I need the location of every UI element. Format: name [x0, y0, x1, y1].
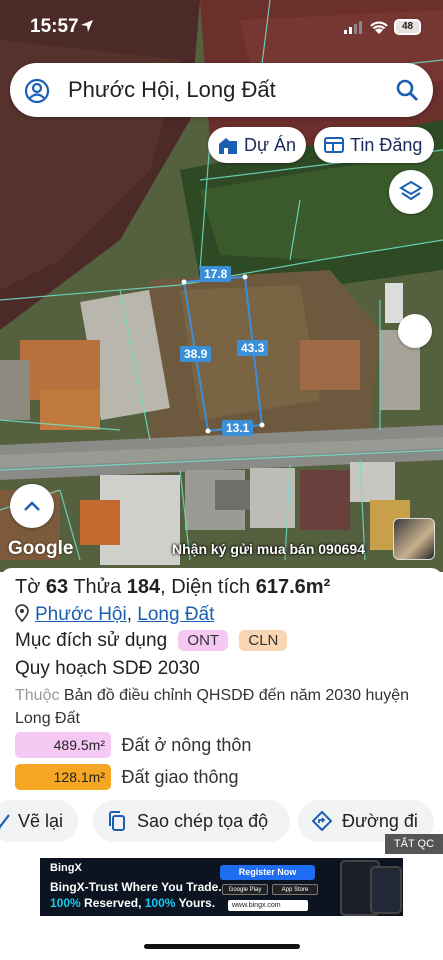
listings-chip[interactable]: Tin Đăng — [314, 127, 434, 163]
google-play-badge[interactable]: Google Play — [222, 884, 268, 895]
sheet-number: 63 — [45, 576, 69, 598]
ward-link[interactable]: Phước Hội — [35, 604, 127, 625]
search-icon[interactable] — [395, 78, 419, 102]
home-indicator[interactable] — [144, 944, 300, 949]
ad-phone-image-2 — [370, 866, 402, 914]
zone-area-residential: 489.5m² — [15, 732, 111, 758]
district-link[interactable]: Long Đất — [137, 604, 214, 625]
battery-indicator: 48 — [394, 19, 421, 35]
expand-panel-button[interactable] — [10, 484, 54, 528]
zone-label-transport: Đất giao thông — [121, 766, 239, 787]
directions-icon — [312, 811, 332, 831]
land-use-purpose: Mục đích sử dụng ONT CLN — [15, 630, 288, 652]
ad-headline: BingX-Trust Where You Trade. — [50, 880, 222, 894]
parcel-info-panel: Tờ 63 Thửa 184, Diện tích 617.6m² Phước … — [0, 568, 443, 868]
satellite-map[interactable]: 15:57 48 Phước Hội, Long Đất Dự Án Tin Đ… — [0, 0, 443, 572]
parcel-address: Phước Hội, Long Đất — [15, 604, 214, 626]
map-ad-overlay-text[interactable]: Nhận ký gửi mua bán 090694 — [172, 541, 365, 557]
map-slider-handle[interactable] — [398, 314, 432, 348]
cellular-signal-icon — [344, 21, 362, 34]
ad-reserved: Reserved, — [80, 896, 145, 910]
zone-row-residential: 489.5m² Đất ở nông thôn — [15, 732, 251, 758]
title-prefix: Tờ — [15, 576, 46, 598]
edge-length-right: 43.3 — [237, 340, 269, 356]
app-root: 15:57 48 Phước Hội, Long Đất Dự Án Tin Đ… — [0, 0, 443, 960]
search-query[interactable]: Phước Hội, Long Đất — [68, 77, 276, 103]
status-bar: 15:57 48 — [0, 0, 443, 56]
search-bar[interactable]: Phước Hội, Long Đất — [10, 63, 433, 117]
building-house-icon — [219, 138, 237, 154]
location-arrow-icon — [81, 20, 93, 32]
belongs-text: Bản đồ điều chỉnh QHSDĐ đến năm 2030 huy… — [15, 687, 410, 727]
edge-length-top: 17.8 — [200, 266, 232, 282]
edge-length-bottom: 13.1 — [222, 420, 254, 436]
location-pin-icon — [15, 604, 29, 622]
zone-row-transport: 128.1m² Đất giao thông — [15, 764, 239, 790]
pencil-icon — [0, 814, 10, 830]
listing-table-icon — [324, 137, 344, 153]
copy-coordinates-button[interactable]: Sao chép tọa độ — [93, 800, 290, 842]
copy-icon — [109, 811, 125, 831]
purpose-tag-ont[interactable]: ONT — [178, 630, 229, 651]
project-chip[interactable]: Dự Án — [208, 127, 306, 163]
chevron-up-icon — [24, 501, 40, 511]
address-separator: , — [126, 604, 138, 625]
copy-coordinates-label: Sao chép tọa độ — [137, 811, 269, 831]
wifi-icon — [370, 21, 388, 34]
purpose-label: Mục đích sử dụng — [15, 630, 168, 651]
ad-pct-2: 100% — [144, 896, 176, 910]
edge-length-left: 38.9 — [180, 346, 212, 362]
belongs-prefix: Thuộc — [15, 687, 60, 704]
ad-yours: Yours. — [175, 896, 216, 910]
google-attribution: Google — [8, 538, 74, 559]
map-ad-thumbnail[interactable] — [393, 518, 435, 560]
ad-subline: 100% Reserved, 100% Yours. — [50, 896, 215, 910]
plot-prefix: Thửa — [68, 576, 127, 598]
map-layers-button[interactable] — [389, 170, 433, 214]
app-store-badge[interactable]: App Store — [272, 884, 318, 895]
ad-pct-1: 100% — [50, 896, 81, 910]
redraw-label: Vẽ lại — [18, 811, 64, 831]
plan-title: Quy hoạch SDĐ 2030 — [15, 658, 200, 679]
account-icon[interactable] — [24, 78, 50, 104]
project-chip-label: Dự Án — [244, 135, 297, 155]
plot-number: 184 — [126, 576, 161, 598]
redraw-button[interactable]: Vẽ lại — [0, 800, 78, 842]
ad-brand: BingX — [50, 862, 82, 874]
plan-source: Thuộc Bản đồ điều chỉnh QHSDĐ đến năm 20… — [15, 684, 435, 730]
area-prefix: , Diện tích — [160, 576, 256, 598]
ad-banner[interactable]: BingX BingX-Trust Where You Trade. 100% … — [40, 858, 403, 916]
hide-ads-button[interactable]: TẮT QC — [385, 834, 443, 854]
parcel-title: Tờ 63 Thửa 184, Diện tích 617.6m² — [15, 576, 330, 599]
zone-label-residential: Đất ở nông thôn — [121, 734, 252, 755]
parcel-area: 617.6m² — [255, 576, 331, 598]
status-time: 15:57 — [30, 16, 79, 37]
directions-label: Đường đi — [342, 811, 418, 831]
ad-site-url: www.bingx.com — [228, 900, 308, 911]
listings-chip-label: Tin Đăng — [350, 135, 423, 155]
purpose-tag-cln[interactable]: CLN — [239, 630, 288, 651]
zone-area-transport: 128.1m² — [15, 764, 111, 790]
ad-register-button[interactable]: Register Now — [220, 865, 315, 880]
layers-icon — [399, 180, 423, 201]
